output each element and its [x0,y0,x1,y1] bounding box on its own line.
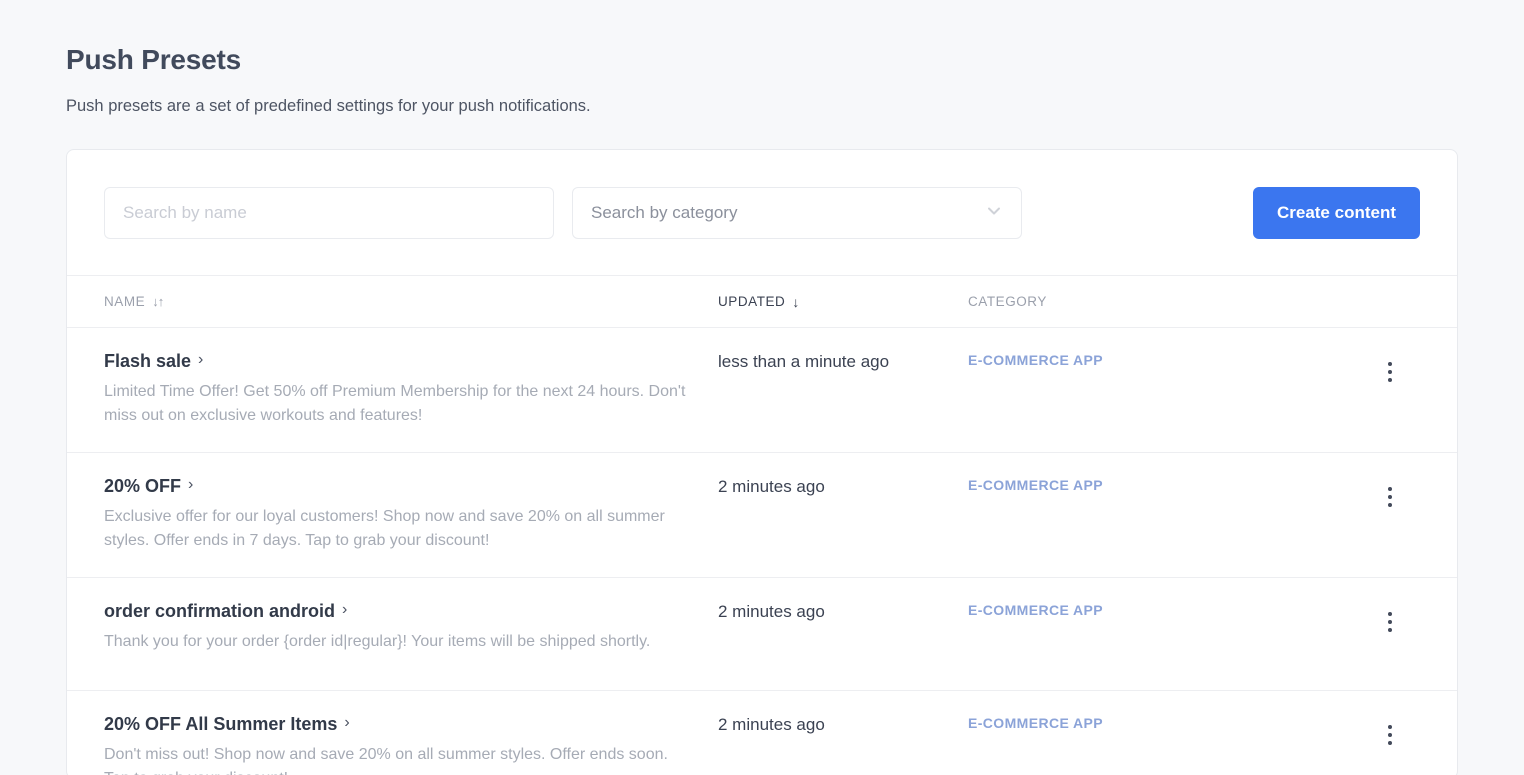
category-select-wrapper: Search by category [572,187,1022,240]
table-row[interactable]: 20% OFF › Exclusive offer for our loyal … [67,453,1457,578]
column-header-category-label: CATEGORY [968,294,1047,310]
presets-table: NAME ↓↑ UPDATED ↓ CATEGORY Flash sale › … [67,275,1457,775]
kebab-menu-icon[interactable] [1378,485,1402,509]
preset-name-label: Flash sale [104,351,192,372]
preset-name-label: 20% OFF All Summer Items [104,713,338,734]
push-presets-page: Push Presets Push presets are a set of p… [0,0,1524,775]
cell-actions [1360,350,1420,384]
table-body: Flash sale › Limited Time Offer! Get 50%… [67,328,1457,775]
sort-descending-icon: ↓ [792,293,799,310]
create-content-button[interactable]: Create content [1252,187,1420,240]
preset-description: Don't miss out! Shop now and save 20% on… [104,745,668,775]
preset-description: Thank you for your order {order id|regul… [104,632,651,650]
cell-name: 20% OFF › Exclusive offer for our loyal … [104,475,718,553]
kebab-dot [1388,611,1392,616]
search-by-category-select[interactable]: Search by category [572,187,1022,240]
preset-name-link[interactable]: order confirmation android › [104,600,347,623]
cell-updated: 2 minutes ago [718,476,825,496]
kebab-dot [1388,362,1392,367]
chevron-right-icon: › [342,600,348,618]
chevron-right-icon: › [188,476,194,494]
preset-name-link[interactable]: 20% OFF All Summer Items › [104,713,350,736]
category-link[interactable]: E-COMMERCE APP [968,715,1103,731]
kebab-dot [1388,486,1392,491]
category-link[interactable]: E-COMMERCE APP [968,602,1103,618]
search-by-name-input[interactable] [104,187,554,240]
cell-updated: 2 minutes ago [718,714,825,734]
table-row[interactable]: order confirmation android › Thank you f… [67,578,1457,691]
cell-category: E-COMMERCE APP [968,600,1360,620]
presets-card: Search by category Create content NAME ↓… [66,149,1458,775]
kebab-dot [1388,378,1392,383]
table-row[interactable]: 20% OFF All Summer Items › Don't miss ou… [67,691,1457,775]
page-title: Push Presets [66,44,242,75]
preset-name-link[interactable]: 20% OFF › [104,475,193,498]
kebab-menu-icon[interactable] [1378,610,1402,634]
cell-name: 20% OFF All Summer Items › Don't miss ou… [104,713,718,775]
category-link[interactable]: E-COMMERCE APP [968,477,1103,493]
column-header-updated[interactable]: UPDATED ↓ [718,294,968,309]
kebab-menu-icon[interactable] [1378,360,1402,384]
cell-category: E-COMMERCE APP [968,475,1360,495]
kebab-menu-icon[interactable] [1378,723,1402,747]
cell-updated: less than a minute ago [718,352,890,372]
column-header-name[interactable]: NAME ↓↑ [104,294,718,309]
page-subtitle: Push presets are a set of predefined set… [66,97,591,115]
table-header-row: NAME ↓↑ UPDATED ↓ CATEGORY [67,275,1457,329]
kebab-dot [1388,732,1392,737]
kebab-dot [1388,502,1392,507]
table-row[interactable]: Flash sale › Limited Time Offer! Get 50%… [67,328,1457,453]
chevron-right-icon: › [198,351,204,369]
column-header-updated-label: UPDATED [718,294,786,310]
kebab-dot [1388,740,1392,745]
table-toolbar: Search by category Create content [67,150,1457,275]
kebab-dot [1388,619,1392,624]
kebab-dot [1388,494,1392,499]
cell-actions [1360,713,1420,747]
cell-updated: 2 minutes ago [718,601,825,621]
column-header-name-label: NAME [104,294,146,310]
cell-name: order confirmation android › Thank you f… [104,600,718,654]
cell-category: E-COMMERCE APP [968,350,1360,370]
chevron-right-icon: › [344,713,350,731]
kebab-dot [1388,724,1392,729]
cell-category: E-COMMERCE APP [968,713,1360,733]
preset-name-label: 20% OFF [104,475,182,496]
cell-actions [1360,475,1420,509]
kebab-dot [1388,627,1392,632]
category-link[interactable]: E-COMMERCE APP [968,352,1103,368]
kebab-dot [1388,370,1392,375]
cell-actions [1360,600,1420,634]
preset-description: Exclusive offer for our loyal customers!… [104,508,665,549]
cell-name: Flash sale › Limited Time Offer! Get 50%… [104,350,718,428]
preset-name-label: order confirmation android [104,600,336,621]
sort-toggle-icon: ↓↑ [152,294,164,310]
preset-description: Limited Time Offer! Get 50% off Premium … [104,383,686,425]
preset-name-link[interactable]: Flash sale › [104,350,203,373]
column-header-category[interactable]: CATEGORY [968,294,1360,309]
